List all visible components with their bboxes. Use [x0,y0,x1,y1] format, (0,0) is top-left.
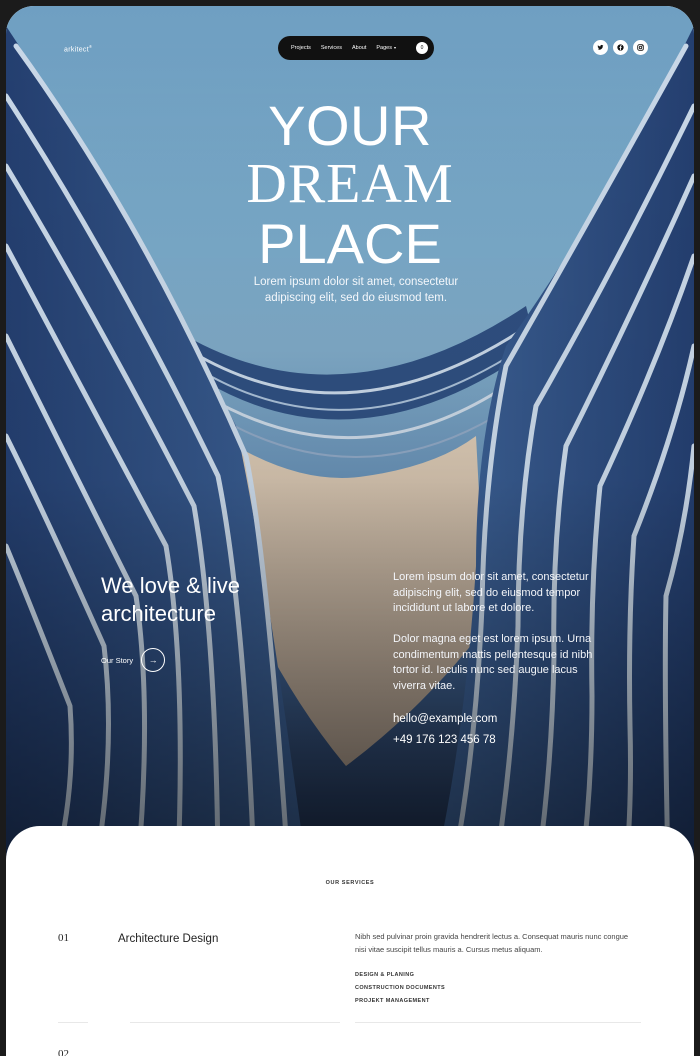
hero-paragraph-1: Lorem ipsum dolor sit amet, consectetur … [393,571,589,614]
browser-frame: arkitect® Projects Services About Pages ▾… [6,6,694,1056]
service-tag: DESIGN & PLANING [355,972,415,978]
service-title[interactable]: Architecture Design [118,933,218,945]
services-heading: OUR SERVICES [325,880,375,886]
nav-item-about[interactable]: About [352,45,366,51]
hero-title-line-1: YOUR [268,94,432,157]
logo-text: arkitect [64,46,89,54]
facebook-icon[interactable] [613,40,628,55]
services-section: OUR SERVICES 01 Architecture Design Nibh… [6,826,694,1056]
service-number: 01 [58,932,69,944]
service-number: 02 [58,1048,69,1056]
site-logo[interactable]: arkitect® [64,44,92,53]
nav-item-pages[interactable]: Pages ▾ [376,45,396,51]
arrow-right-icon[interactable]: → [141,648,166,672]
nav-item-pages-label: Pages [376,45,392,51]
hero-section: arkitect® Projects Services About Pages ▾… [6,6,694,866]
hero-title-line-2: DREAM [246,153,454,215]
cart-count-button[interactable]: 0 [416,42,428,54]
hero-paragraph-2: Dolor magna eget est lorem ipsum. Urna c… [393,633,593,692]
our-story-link[interactable]: Our Story → [101,648,166,672]
contact-phone-link[interactable]: +49 176 123 456 78 [393,734,496,746]
hero-title-line-3: PLACE [258,212,442,275]
main-nav: Projects Services About Pages ▾ 0 [278,36,434,60]
hero-subtitle: Lorem ipsum dolor sit amet, consectetur … [253,276,459,304]
nav-item-projects[interactable]: Projects [291,45,311,51]
nav-item-services[interactable]: Services [321,45,342,51]
divider [58,1022,88,1023]
divider [355,1022,641,1023]
service-tag: PROJEKT MANAGEMENT [355,998,430,1004]
logo-mark: ® [88,44,93,49]
hero-tagline: We love & live architecture [101,573,240,626]
instagram-icon[interactable] [633,40,648,55]
service-tag: CONSTRUCTION DOCUMENTS [355,985,446,991]
chevron-down-icon: ▾ [393,45,396,50]
service-description: Nibh sed pulvinar proin gravida hendreri… [355,932,629,954]
our-story-label: Our Story [101,655,134,665]
contact-email-link[interactable]: hello@example.com [393,713,497,725]
divider [130,1022,340,1023]
twitter-icon[interactable] [593,40,608,55]
